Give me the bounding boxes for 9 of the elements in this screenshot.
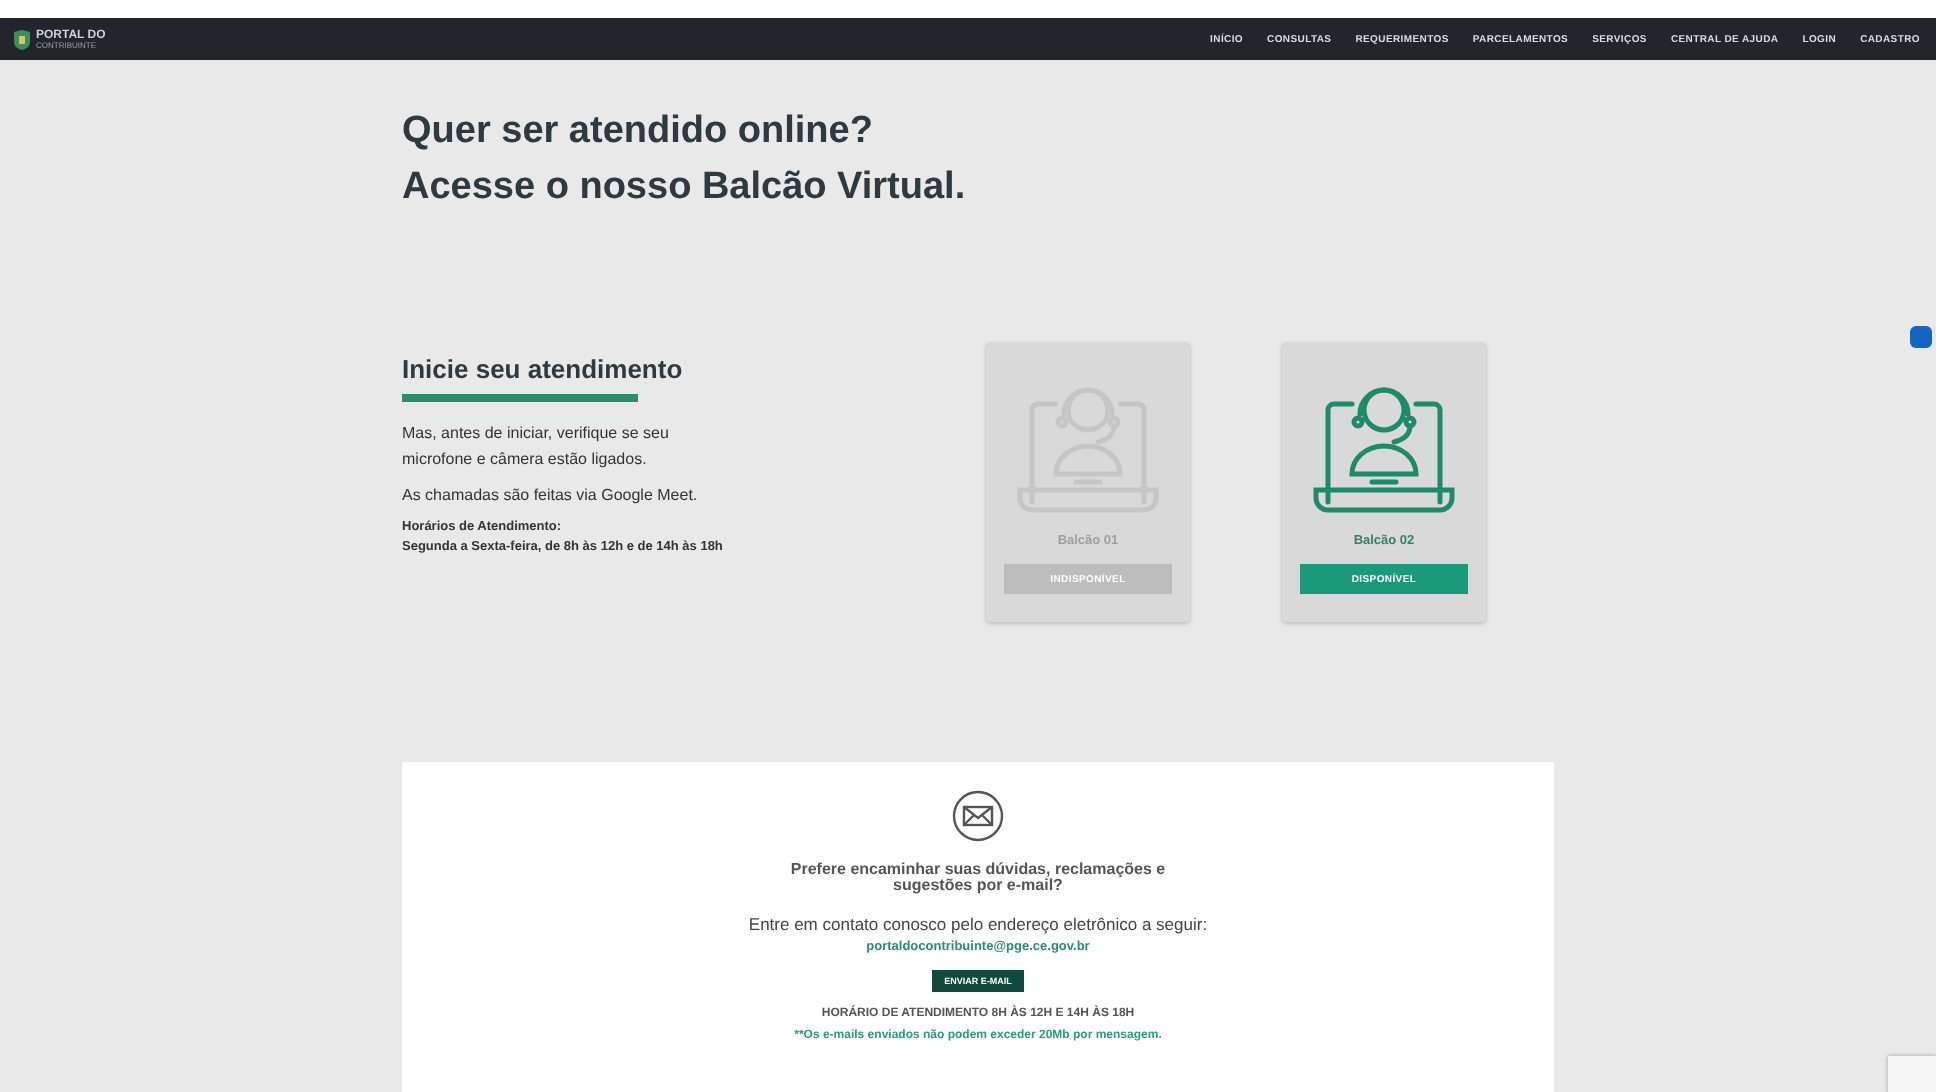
contact-text: Entre em contato conosco pelo endereço eletrônico a seguir:	[748, 914, 1208, 934]
intro-paragraph: Mas, antes de iniciar, verifique se seu microfone e câmera estão ligados.	[402, 422, 671, 472]
hero-heading: Quer ser atendido online?	[402, 108, 875, 156]
hero-heading: Acesse o nosso Balcão Virtual.	[402, 164, 968, 212]
email-question: Prefere encaminhar suas dúvidas, reclamações e sugestões por e-mail?	[788, 862, 1168, 894]
intro-paragraph: As chamadas são feitas via Google Meet.	[402, 484, 700, 508]
envelope-icon	[952, 790, 1004, 842]
shield-logo-icon	[14, 29, 30, 49]
section-title: Inicie seu atendimento	[402, 354, 685, 384]
